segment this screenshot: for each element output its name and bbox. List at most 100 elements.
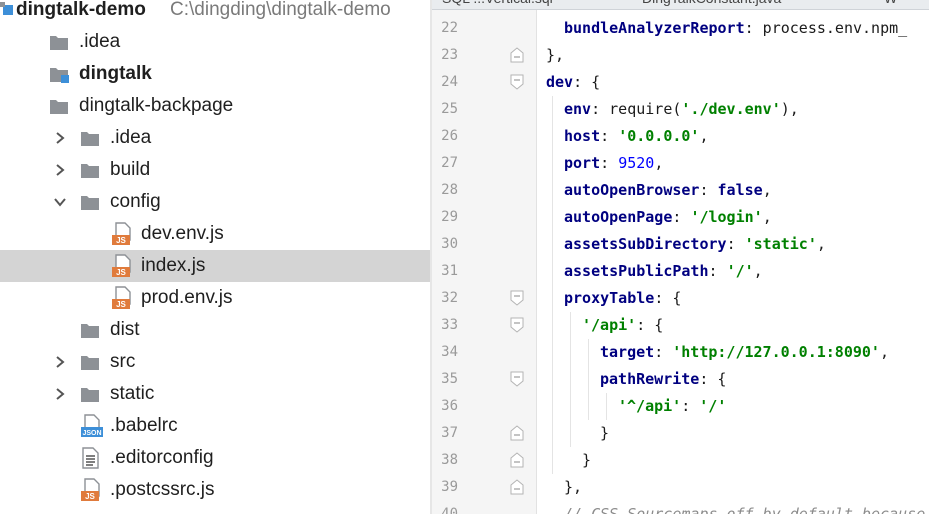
code-line: env: require('./dev.env'), (564, 96, 799, 123)
svg-text:JSON: JSON (82, 430, 101, 437)
code-token: '/login' (690, 208, 763, 226)
line-number: 22 (441, 20, 458, 36)
code-line: // CSS Sourcemaps off by default because (564, 501, 925, 514)
code-token: : (600, 127, 619, 145)
code-token: 'static' (744, 235, 817, 253)
tree-item-label: index.js (141, 255, 206, 276)
chevron-right-icon[interactable] (54, 356, 66, 368)
code-token: assetsSubDirectory (564, 235, 727, 253)
tree-row[interactable]: dingtalk-demo C:\dingding\dingtalk-demo (0, 0, 430, 26)
tree-row[interactable]: JS .postcssrc.js (0, 474, 430, 506)
tree-row[interactable]: dingtalk-backpage (0, 90, 430, 122)
code-line: port: 9520, (564, 150, 663, 177)
indent-guide (606, 393, 607, 420)
line-number: 32 (441, 290, 458, 306)
folder-icon (80, 186, 100, 218)
tree-row[interactable]: JS dev.env.js (0, 218, 430, 250)
chevron-down-icon[interactable] (54, 196, 66, 208)
project-path: C:\dingding\dingtalk-demo (170, 0, 391, 20)
json-file-icon: JSON (80, 410, 104, 442)
code-line: assetsPublicPath: '/', (564, 258, 763, 285)
code-token: 'http://127.0.0.1:8090' (672, 343, 880, 361)
code-token: } (600, 424, 610, 442)
chevron-right-icon[interactable] (54, 388, 66, 400)
code-token: './dev.env' (681, 100, 781, 118)
indent-guide (552, 96, 553, 474)
line-number: 26 (441, 128, 458, 144)
tree-row[interactable]: build (0, 154, 430, 186)
folder-icon (80, 378, 100, 410)
fold-collapse-icon[interactable] (510, 317, 524, 333)
code-line: autoOpenBrowser: false, (564, 177, 772, 204)
tree-row[interactable]: JS prod.env.js (0, 282, 430, 314)
tree-row[interactable]: JS index.js (0, 250, 430, 282)
code-token: bundleAnalyzerReport (564, 19, 745, 37)
tree-item-label: dev.env.js (141, 223, 224, 244)
chevron-right-icon[interactable] (54, 132, 66, 144)
line-number: 23 (441, 47, 458, 63)
folder-icon (80, 346, 100, 378)
indent-guide (570, 312, 571, 447)
folder-icon (49, 90, 69, 122)
editor-tab-bar: SQL ...Vertical.sql DingTalkConstant.java… (432, 0, 929, 10)
code-token: , (762, 208, 772, 226)
editor-tab[interactable]: W (884, 0, 897, 8)
code-token: '/' (699, 397, 727, 415)
editor-tab[interactable]: DingTalkConstant.java (642, 0, 781, 8)
fold-end-icon[interactable] (510, 479, 524, 495)
fold-end-icon[interactable] (510, 425, 524, 441)
code-line: host: '0.0.0.0', (564, 123, 709, 150)
line-number: 39 (441, 479, 458, 495)
tree-row[interactable]: static (0, 378, 430, 410)
line-number: 38 (441, 452, 458, 468)
fold-collapse-icon[interactable] (510, 74, 524, 90)
code-token: 9520 (618, 154, 655, 172)
code-token: }, (564, 478, 583, 496)
code-token: : require( (591, 100, 682, 118)
code-line: } (582, 447, 591, 474)
tree-row[interactable]: JSON .babelrc (0, 410, 430, 442)
line-number: 37 (441, 425, 458, 441)
line-number: 34 (441, 344, 458, 360)
code-token: : (654, 343, 673, 361)
tree-item-label: src (110, 351, 136, 372)
code-token: '0.0.0.0' (618, 127, 700, 145)
tree-row[interactable]: dingtalk (0, 58, 430, 90)
code-token: : { (699, 370, 727, 388)
svg-text:JS: JS (116, 300, 126, 309)
tree-row[interactable]: .idea (0, 26, 430, 58)
project-tree: dingtalk-demo C:\dingding\dingtalk-demo .i… (0, 0, 430, 514)
code-token: proxyTable (564, 289, 655, 307)
tree-row[interactable]: dist (0, 314, 430, 346)
fold-collapse-icon[interactable] (510, 290, 524, 306)
fold-collapse-icon[interactable] (510, 371, 524, 387)
tree-row[interactable]: src (0, 346, 430, 378)
code-token: : (681, 397, 700, 415)
tree-item-label: prod.env.js (141, 287, 233, 308)
line-number: 27 (441, 155, 458, 171)
code-token: port (564, 154, 601, 172)
code-token: : { (654, 289, 682, 307)
tree-item-label: static (110, 383, 155, 404)
tree-item-label: dist (110, 319, 140, 340)
tree-item-label: .editorconfig (110, 447, 214, 468)
code-editor[interactable]: SQL ...Vertical.sql DingTalkConstant.java… (432, 0, 929, 514)
line-number: 24 (441, 74, 458, 90)
tree-item-label: .postcssrc.js (110, 479, 215, 500)
text-file-icon (80, 442, 100, 474)
tree-row[interactable]: config (0, 186, 430, 218)
code-token: target (600, 343, 655, 361)
chevron-right-icon[interactable] (54, 164, 66, 176)
code-token: } (582, 451, 592, 469)
code-token: '/api' (582, 316, 637, 334)
code-line: assetsSubDirectory: 'static', (564, 231, 826, 258)
fold-end-icon[interactable] (510, 452, 524, 468)
tree-row[interactable]: .idea (0, 122, 430, 154)
editor-tab[interactable]: SQL ...Vertical.sql (442, 0, 553, 8)
code-line: '/api': { (582, 312, 663, 339)
folder-icon (80, 122, 100, 154)
fold-end-icon[interactable] (510, 47, 524, 63)
tree-item-label: build (110, 159, 151, 180)
code-token: autoOpenBrowser (564, 181, 700, 199)
tree-row[interactable]: .editorconfig (0, 442, 430, 474)
